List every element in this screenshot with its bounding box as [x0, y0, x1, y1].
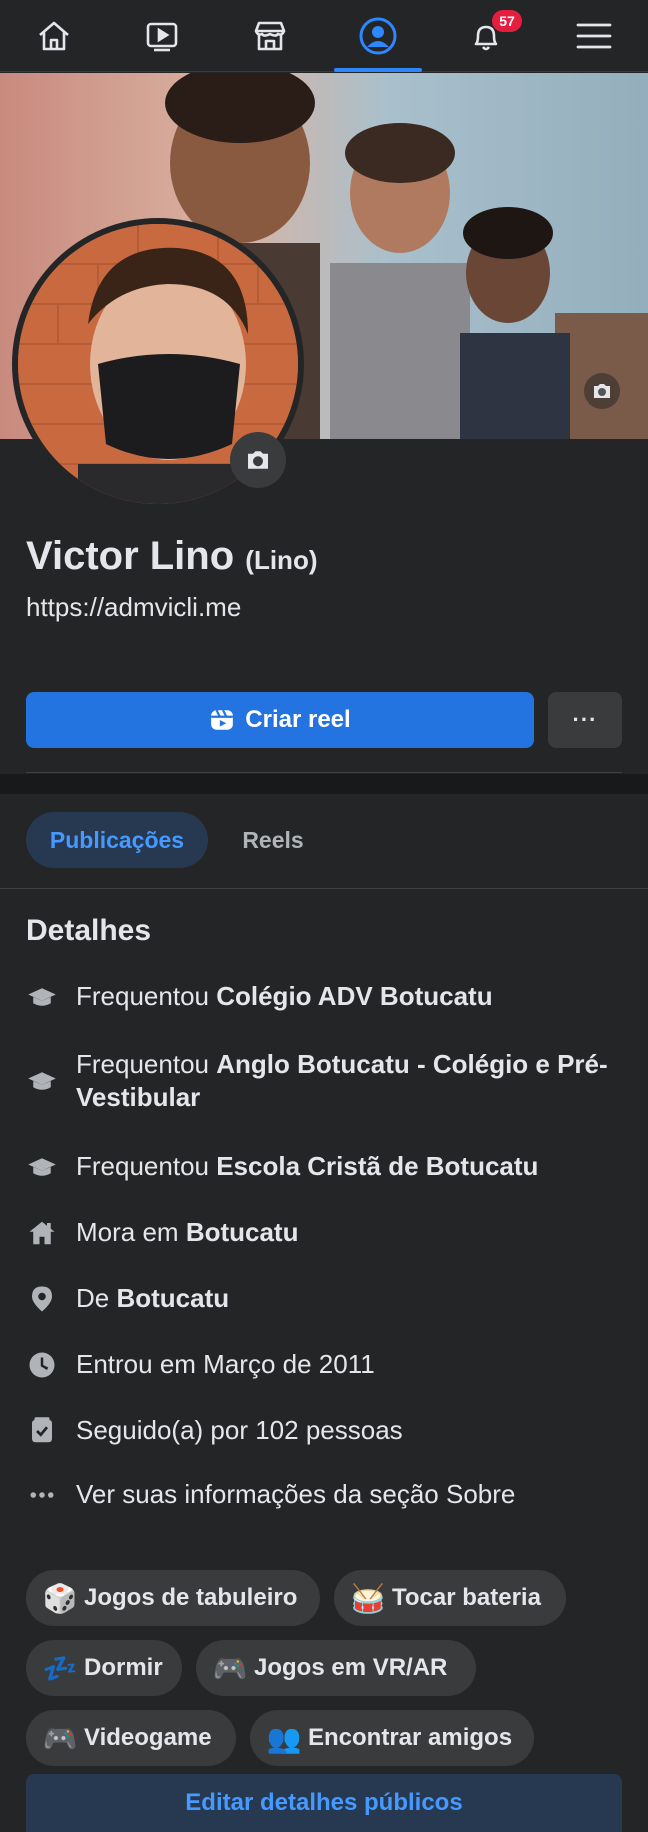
tab-reels[interactable]: Reels [222, 812, 324, 868]
detail-text: Mora em Botucatu [76, 1217, 299, 1247]
profile-website-link[interactable]: https://admvicli.me [26, 592, 241, 623]
divider [26, 772, 622, 773]
game-controller-icon: 🎮 [42, 1722, 78, 1754]
detail-item-education-2[interactable]: Frequentou Anglo Botucatu - Colégio e Pr… [26, 1048, 626, 1114]
hobby-label: Jogos de tabuleiro [84, 1584, 298, 1611]
home-icon [39, 21, 69, 51]
hobby-label: Tocar bateria [392, 1584, 541, 1611]
graduation-cap-icon [26, 1151, 58, 1183]
detail-text: Ver suas informações da seção Sobre [76, 1479, 516, 1509]
edit-public-details-button[interactable]: Editar detalhes públicos [26, 1774, 622, 1832]
detail-text: De Botucatu [76, 1283, 230, 1313]
video-play-icon [146, 22, 178, 52]
detail-text: Frequentou Anglo Botucatu - Colégio e Pr… [76, 1049, 608, 1112]
store-icon [254, 21, 286, 51]
create-reel-button[interactable]: Criar reel [26, 692, 534, 748]
create-reel-label: Criar reel [245, 706, 351, 733]
profile-alternate-name: (Lino) [245, 545, 318, 575]
graduation-cap-icon [26, 981, 58, 1013]
camera-icon [594, 384, 610, 398]
profile-name: Victor Lino (Lino) [26, 534, 317, 579]
nav-watch[interactable] [108, 0, 216, 72]
notifications-badge: 57 [492, 10, 522, 32]
graduation-cap-icon [26, 1065, 58, 1097]
detail-text: Seguido(a) por 102 pessoas [76, 1415, 403, 1445]
nav-notifications[interactable]: 57 [432, 0, 540, 72]
people-icon: 👥 [266, 1722, 302, 1754]
profile-picture-camera-button[interactable] [230, 432, 286, 488]
profile-full-name: Victor Lino [26, 534, 235, 578]
section-separator [0, 774, 648, 794]
detail-item-education-3[interactable]: Frequentou Escola Cristã de Botucatu [26, 1150, 626, 1183]
followers-icon [26, 1415, 58, 1447]
more-options-icon: ··· [572, 707, 598, 732]
hobby-chip-meet-friends[interactable]: 👥 Encontrar amigos [250, 1710, 534, 1766]
divider [0, 888, 648, 889]
hobby-chip-vr-games[interactable]: 🎮 Jogos em VR/AR [196, 1640, 476, 1696]
more-dots-icon [26, 1479, 58, 1511]
detail-item-lives-in[interactable]: Mora em Botucatu [26, 1216, 626, 1249]
detail-text: Entrou em Março de 2011 [76, 1349, 375, 1379]
detail-item-joined: Entrou em Março de 2011 [26, 1348, 626, 1381]
hobby-label: Encontrar amigos [308, 1724, 513, 1751]
more-options-button[interactable]: ··· [548, 692, 622, 748]
tab-posts[interactable]: Publicações [26, 812, 208, 868]
nav-menu[interactable] [540, 0, 648, 72]
location-pin-icon [26, 1283, 58, 1315]
hobby-chip-videogame[interactable]: 🎮 Videogame [26, 1710, 236, 1766]
hobby-chip-drums[interactable]: 🥁 Tocar bateria [334, 1570, 566, 1626]
top-navigation-bar: 57 [0, 0, 648, 72]
cover-camera-button[interactable] [584, 373, 620, 409]
nav-profile[interactable] [324, 0, 432, 72]
hobby-label: Videogame [84, 1724, 212, 1751]
details-heading: Detalhes [26, 914, 152, 947]
game-controller-icon: 🎮 [212, 1652, 248, 1684]
sleep-icon: 💤 [42, 1652, 78, 1684]
hobby-label: Dormir [84, 1654, 163, 1681]
detail-text: Frequentou Escola Cristã de Botucatu [76, 1151, 539, 1181]
drum-icon: 🥁 [350, 1582, 386, 1614]
profile-icon [359, 17, 397, 55]
hamburger-menu-icon [576, 23, 612, 49]
detail-item-see-about[interactable]: Ver suas informações da seção Sobre [26, 1478, 626, 1511]
camera-icon [248, 451, 268, 469]
detail-item-education-1[interactable]: Frequentou Colégio ADV Botucatu [26, 980, 626, 1013]
house-icon [26, 1217, 58, 1249]
detail-item-followers[interactable]: Seguido(a) por 102 pessoas [26, 1414, 626, 1447]
nav-home[interactable] [0, 0, 108, 72]
hobby-chip-board-games[interactable]: 🎲 Jogos de tabuleiro [26, 1570, 320, 1626]
clock-icon [26, 1349, 58, 1381]
reel-icon [211, 709, 234, 730]
hobby-chip-sleeping[interactable]: 💤 Dormir [26, 1640, 182, 1696]
dice-icon: 🎲 [42, 1582, 78, 1614]
nav-marketplace[interactable] [216, 0, 324, 72]
detail-item-from[interactable]: De Botucatu [26, 1282, 626, 1315]
detail-text: Frequentou Colégio ADV Botucatu [76, 981, 493, 1011]
hobby-label: Jogos em VR/AR [254, 1654, 448, 1681]
